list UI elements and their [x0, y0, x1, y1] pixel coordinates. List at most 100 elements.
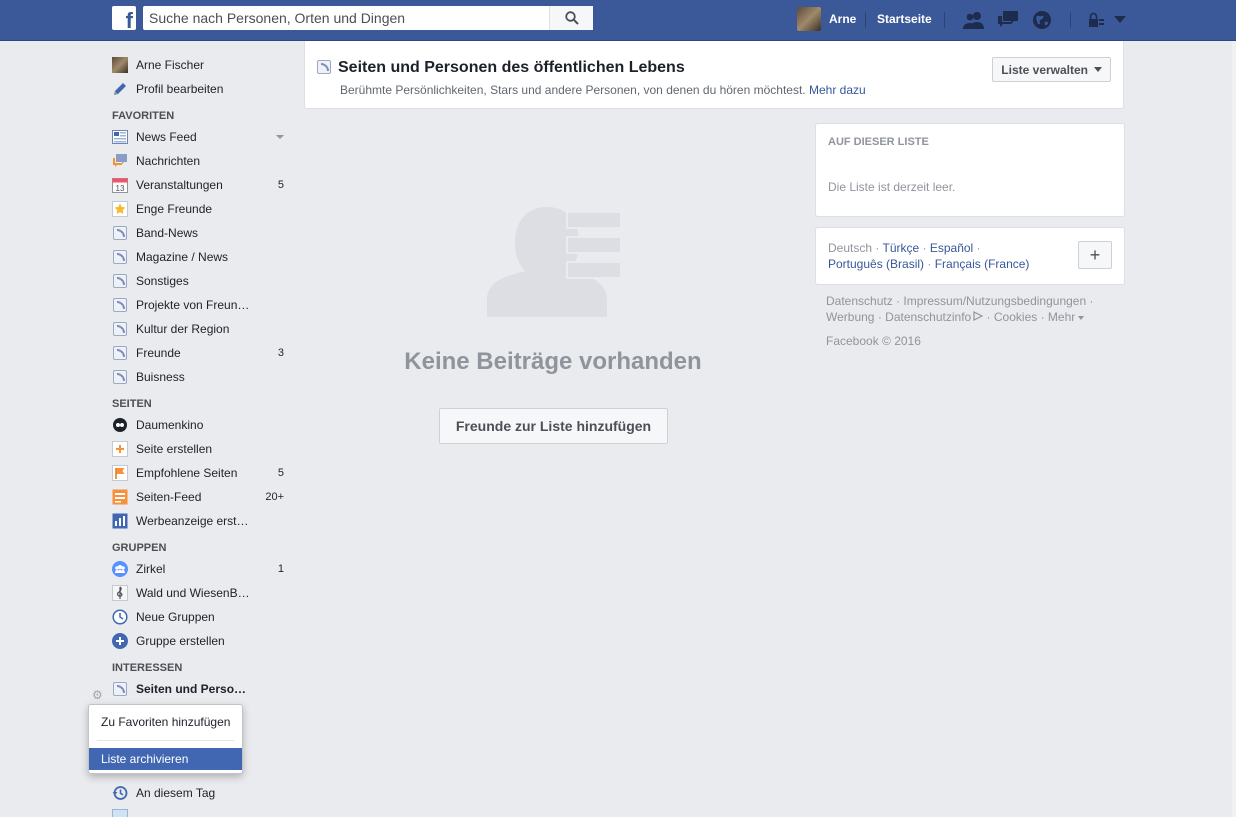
rss-list-icon [112, 321, 128, 337]
sidebar-item-buisness[interactable]: Buisness [112, 365, 292, 389]
sidebar-item-public-figures[interactable]: Seiten und Perso… [112, 677, 292, 701]
sidebar-item-band-news[interactable]: Band-News [112, 221, 292, 245]
facebook-logo-icon[interactable]: f [112, 6, 136, 30]
sidebar-item-daumenkino[interactable]: Daumenkino [112, 413, 292, 437]
sidebar-item-create-page[interactable]: Seite erstellen [112, 437, 292, 461]
rss-list-icon [112, 273, 128, 289]
nav-label: Freunde [136, 346, 181, 360]
nav-label: Seiten-Feed [136, 490, 202, 504]
friend-requests-button[interactable] [962, 9, 986, 31]
search-button[interactable] [549, 6, 593, 30]
sidebar-item-news-feed[interactable]: News Feed [112, 125, 292, 149]
home-link[interactable]: Startseite [877, 12, 932, 26]
gear-icon[interactable]: ⚙ [92, 689, 104, 701]
count-badge: 3 [277, 347, 284, 359]
globe-icon [1033, 11, 1051, 29]
ad-choices-icon[interactable] [973, 311, 984, 321]
calendar-icon: 13 [112, 177, 128, 193]
footer-link[interactable]: Cookies [994, 310, 1037, 324]
footer-link[interactable]: Werbung [826, 310, 874, 324]
language-list: Deutsch · Türkçe · Español · Português (… [828, 241, 1030, 271]
music-clef-icon [112, 585, 128, 601]
account-menu-button[interactable] [1108, 9, 1132, 31]
count-badge: 5 [277, 467, 284, 479]
search-input[interactable] [143, 6, 549, 30]
sidebar-item-create-group[interactable]: Gruppe erstellen [112, 629, 292, 653]
menu-item-archive-list[interactable]: Liste archivieren [89, 748, 242, 770]
caret-down-icon [1094, 67, 1102, 72]
messages-icon [112, 153, 128, 169]
footer-link[interactable]: Impressum/Nutzungsbedingungen [903, 294, 1086, 308]
language-link[interactable]: Español [930, 241, 973, 255]
sidebar-item-kultur[interactable]: Kultur der Region [112, 317, 292, 341]
manage-list-button[interactable]: Liste verwalten [992, 57, 1111, 82]
language-link[interactable]: Português (Brasil) [828, 257, 924, 271]
nav-profile[interactable]: Arne Fischer [112, 53, 292, 77]
nav-label: Neue Gruppen [136, 610, 215, 624]
top-profile-link[interactable]: Arne [797, 7, 856, 31]
language-card: Deutsch · Türkçe · Español · Português (… [815, 227, 1125, 285]
nav-label: Arne Fischer [136, 58, 205, 72]
footer-link[interactable]: Datenschutzinfo [885, 310, 971, 324]
sidebar-item-events[interactable]: 13 Veranstaltungen 5 [112, 173, 292, 197]
sidebar-item-wald-wiesen[interactable]: Wald und WiesenB… [112, 581, 292, 605]
sidebar-item-recommended-pages[interactable]: Empfohlene Seiten 5 [112, 461, 292, 485]
sidebar-item-sonstiges[interactable]: Sonstiges [112, 269, 292, 293]
nav-label: Gruppe erstellen [136, 634, 225, 648]
next-item-icon [112, 809, 128, 817]
section-heading-favorites: FAVORITEN [112, 110, 175, 122]
scrollbar[interactable] [1232, 41, 1236, 817]
learn-more-link[interactable]: Mehr dazu [809, 83, 866, 97]
news-feed-icon [112, 129, 128, 145]
history-icon [112, 785, 128, 801]
sidebar-item-messages[interactable]: Nachrichten [112, 149, 292, 173]
chevron-down-icon[interactable] [276, 135, 284, 139]
footer-link[interactable]: Mehr [1048, 310, 1075, 324]
messages-button[interactable] [996, 9, 1020, 31]
clock-icon [112, 609, 128, 625]
page-title: Seiten und Personen des öffentlichen Leb… [338, 59, 685, 76]
create-page-icon [112, 441, 128, 457]
language-link[interactable]: Français (France) [935, 257, 1030, 271]
svg-text:13: 13 [116, 184, 125, 193]
sidebar-item-new-groups[interactable]: Neue Gruppen [112, 605, 292, 629]
sidebar-item-pages-feed[interactable]: Seiten-Feed 20+ [112, 485, 292, 509]
copyright: Facebook © 2016 [826, 334, 921, 348]
nav-label: Buisness [136, 370, 185, 384]
sidebar-item-on-this-day[interactable]: An diesem Tag [112, 781, 292, 805]
on-this-list-card: AUF DIESER LISTE Die Liste ist derzeit l… [815, 123, 1125, 217]
divider [944, 12, 945, 28]
add-friends-to-list-button[interactable]: Freunde zur Liste hinzufügen [439, 408, 668, 444]
card-heading: AUF DIESER LISTE [828, 136, 929, 148]
caret-down-icon [1078, 315, 1085, 320]
pencil-icon [112, 81, 128, 97]
notifications-button[interactable] [1030, 9, 1054, 31]
nav-label: An diesem Tag [136, 786, 216, 800]
sidebar-item-freunde[interactable]: Freunde 3 [112, 341, 292, 365]
footer-link[interactable]: Datenschutz [826, 294, 893, 308]
sidebar-item-magazine-news[interactable]: Magazine / News [112, 245, 292, 269]
sidebar-item-projekte[interactable]: Projekte von Freun… [112, 293, 292, 317]
avatar [112, 57, 128, 73]
rss-list-icon [112, 297, 128, 313]
nav-label: Daumenkino [136, 418, 204, 432]
rss-list-icon [112, 345, 128, 361]
nav-label: Magazine / News [136, 250, 229, 264]
sidebar-item-zirkel[interactable]: Zirkel 1 [112, 557, 292, 581]
nav-label: Empfohlene Seiten [136, 466, 238, 480]
nav-label: Seiten und Perso… [136, 682, 247, 696]
sidebar-item-create-ad[interactable]: Werbeanzeige erst… [112, 509, 292, 533]
more-languages-button[interactable]: + [1078, 241, 1112, 269]
menu-item-add-favorites[interactable]: Zu Favoriten hinzufügen [89, 711, 242, 733]
nav-label: Profil bearbeiten [136, 82, 224, 96]
sidebar-item-close-friends[interactable]: Enge Freunde [112, 197, 292, 221]
nav-edit-profile[interactable]: Profil bearbeiten [112, 77, 292, 101]
nav-label: Zirkel [136, 562, 166, 576]
language-link[interactable]: Türkçe [882, 241, 919, 255]
section-heading-interests: INTERESSEN [112, 662, 183, 674]
section-heading-pages: SEITEN [112, 398, 152, 410]
button-label: Liste verwalten [1001, 62, 1088, 77]
search-icon [564, 11, 579, 25]
privacy-shortcuts-button[interactable] [1084, 9, 1108, 31]
section-heading-groups: GRUPPEN [112, 542, 167, 554]
